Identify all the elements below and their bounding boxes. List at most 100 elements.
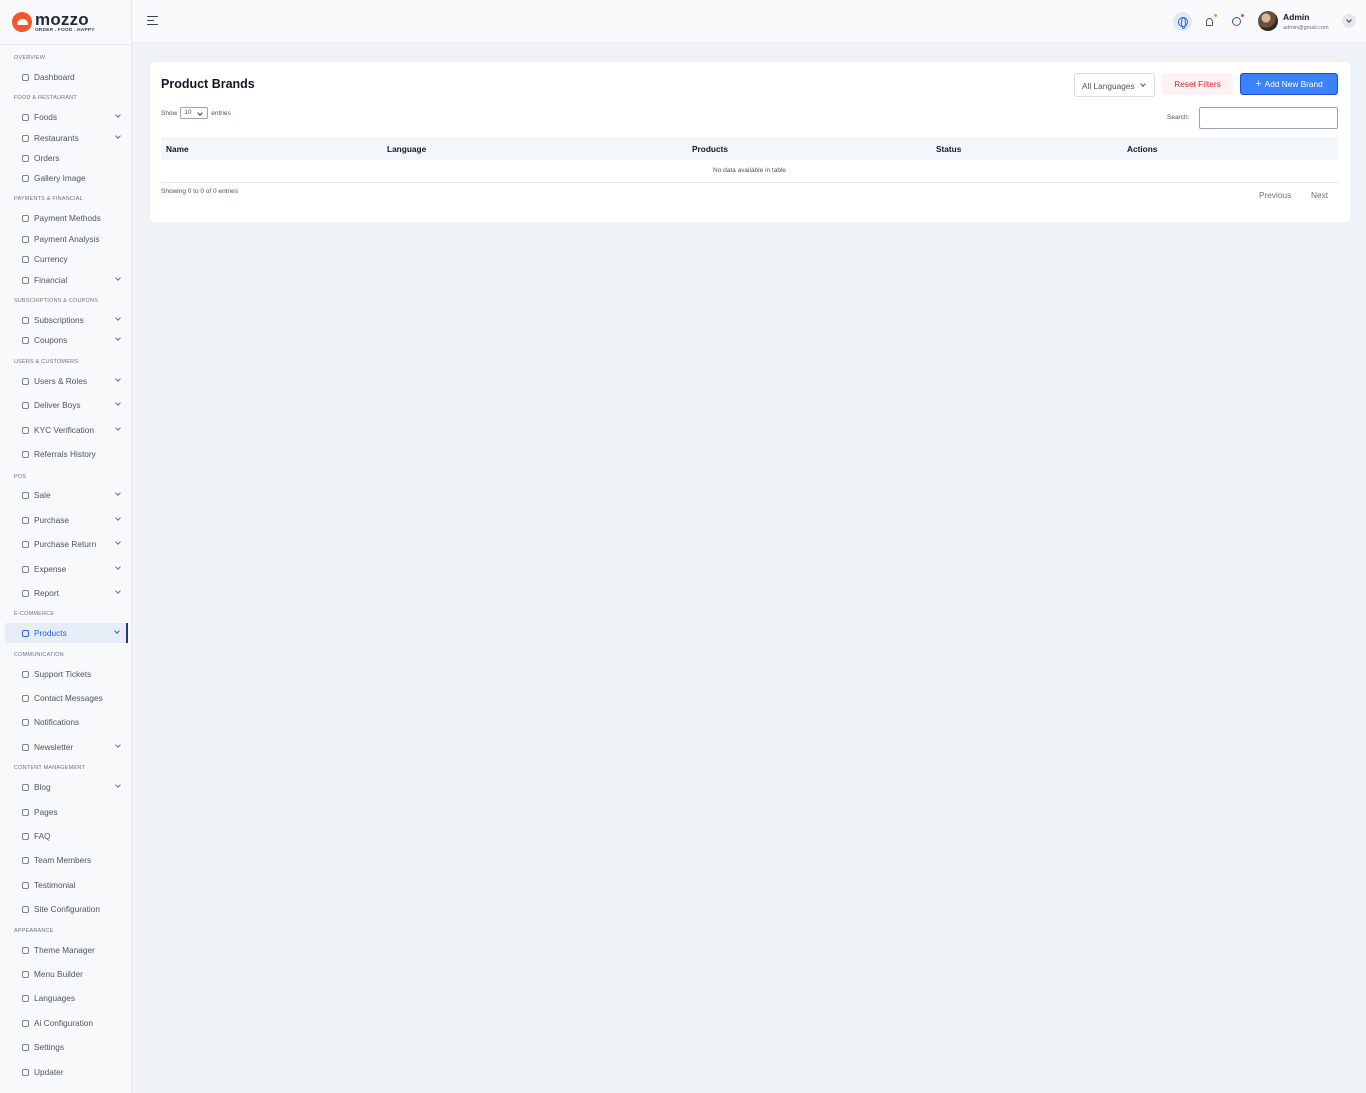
sidebar-item-newsletter[interactable]: Newsletter: [14, 737, 126, 757]
column-header-products[interactable]: Products: [692, 144, 728, 154]
next-page-button[interactable]: Next: [1311, 190, 1328, 200]
chevron-down-icon: [115, 112, 121, 118]
financial-icon: [22, 276, 29, 284]
sidebar-item-contact-messages[interactable]: Contact Messages: [14, 688, 126, 708]
card-icon: [22, 214, 29, 222]
sidebar-item-subscriptions[interactable]: Subscriptions: [14, 310, 126, 330]
sidebar-item-foods[interactable]: Foods: [14, 107, 126, 127]
nav-section-label: APPEARANCE: [14, 928, 54, 934]
sidebar-item-label: Blog: [34, 782, 51, 792]
brand-logo[interactable]: mozzo ORDER . FOOD . HAPPY: [0, 0, 131, 45]
chevron-down-icon: [115, 539, 121, 545]
gear-icon: [22, 1043, 29, 1051]
sidebar-item-restaurants[interactable]: Restaurants: [14, 128, 126, 148]
search-input[interactable]: [1199, 107, 1338, 129]
sidebar-item-label: Sale: [34, 490, 51, 500]
sidebar-item-referrals-history[interactable]: Referrals History: [14, 444, 126, 464]
sidebar-item-notifications[interactable]: Notifications: [14, 712, 126, 732]
theme-icon: [22, 946, 29, 954]
sidebar-item-report[interactable]: Report: [14, 583, 126, 603]
chevron-down-icon: [115, 275, 121, 281]
previous-page-button[interactable]: Previous: [1259, 190, 1291, 200]
column-header-name[interactable]: Name: [166, 144, 189, 154]
avatar[interactable]: [1258, 11, 1278, 31]
sidebar-item-label: Expense: [34, 564, 67, 574]
ticket-icon: [22, 670, 29, 678]
sidebar-item-label: Report: [34, 588, 59, 598]
sidebar-item-kyc-verification[interactable]: KYC Verification: [14, 420, 126, 440]
sidebar-item-payment-methods[interactable]: Payment Methods: [14, 208, 126, 228]
analysis-icon: [22, 235, 29, 243]
sidebar-item-blog[interactable]: Blog: [14, 777, 126, 797]
sidebar-item-pages[interactable]: Pages: [14, 802, 126, 822]
home-icon: [22, 73, 29, 81]
sidebar-item-label: Notifications: [34, 717, 80, 727]
user-menu-chevron-icon[interactable]: [1342, 14, 1356, 28]
sidebar-item-team-members[interactable]: Team Members: [14, 850, 126, 870]
sidebar-item-languages[interactable]: Languages: [14, 988, 126, 1008]
sidebar-item-support-tickets[interactable]: Support Tickets: [14, 664, 126, 684]
sidebar-item-label: Purchase Return: [34, 539, 97, 549]
referral-icon: [22, 450, 29, 458]
nav-section-label: FOOD & RESTAURANT: [14, 95, 77, 101]
sidebar-item-label: Orders: [34, 153, 60, 163]
sidebar-item-updater[interactable]: Updater: [14, 1062, 126, 1082]
bell-icon[interactable]: [1200, 12, 1219, 31]
team-icon: [22, 856, 29, 864]
brand-tagline: ORDER . FOOD . HAPPY: [35, 27, 95, 33]
plus-icon: +: [1255, 77, 1262, 90]
sidebar-item-site-configuration[interactable]: Site Configuration: [14, 899, 126, 919]
sidebar-item-purchase-return[interactable]: Purchase Return: [14, 534, 126, 554]
language-filter-select[interactable]: All Languages: [1074, 73, 1155, 97]
chevron-down-icon: [115, 490, 121, 496]
restaurant-icon: [22, 134, 29, 142]
reset-filters-button[interactable]: Reset Filters: [1162, 73, 1233, 95]
sidebar-item-deliver-boys[interactable]: Deliver Boys: [14, 395, 126, 415]
add-new-brand-button[interactable]: + Add New Brand: [1240, 73, 1338, 95]
chevron-down-icon: [115, 400, 121, 406]
sidebar-item-testimonial[interactable]: Testimonial: [14, 875, 126, 895]
sidebar-item-label: Dashboard: [34, 72, 75, 82]
sidebar-item-products[interactable]: Products: [5, 623, 128, 643]
users-icon: [22, 377, 29, 385]
sidebar-item-users-roles[interactable]: Users & Roles: [14, 371, 126, 391]
chat-icon[interactable]: [1227, 12, 1246, 31]
sidebar-item-label: Updater: [34, 1067, 64, 1077]
sidebar-item-financial[interactable]: Financial: [14, 270, 126, 290]
globe-icon[interactable]: [1173, 12, 1192, 31]
menu-toggle-icon[interactable]: [147, 16, 158, 26]
table-header: Name Language Products Status Actions: [161, 137, 1338, 160]
chevron-down-icon: [115, 133, 121, 139]
nav-section-label: USERS & CUSTOMERS: [14, 359, 79, 365]
sidebar-item-payment-analysis[interactable]: Payment Analysis: [14, 229, 126, 249]
nav-section-label: COMMUNICATION: [14, 652, 64, 658]
chevron-down-icon: [115, 515, 121, 521]
delivery-icon: [22, 401, 29, 409]
sidebar-item-faq[interactable]: FAQ: [14, 826, 126, 846]
config-icon: [22, 905, 29, 913]
products-icon: [22, 629, 29, 637]
sidebar-item-theme-manager[interactable]: Theme Manager: [14, 940, 126, 960]
column-header-actions[interactable]: Actions: [1127, 144, 1157, 154]
sidebar-item-menu-builder[interactable]: Menu Builder: [14, 964, 126, 984]
sidebar-item-dashboard[interactable]: Dashboard: [14, 67, 126, 87]
logo-icon: [12, 12, 32, 32]
sidebar-item-sale[interactable]: Sale: [14, 485, 126, 505]
sidebar-item-gallery-image[interactable]: Gallery Image: [14, 168, 126, 188]
sidebar-item-expense[interactable]: Expense: [14, 559, 126, 579]
table-info: Showing 0 to 0 of 0 entries: [161, 188, 238, 195]
page-length-select[interactable]: 10: [180, 107, 209, 119]
column-header-status[interactable]: Status: [936, 144, 961, 154]
sidebar-item-currency[interactable]: Currency: [14, 249, 126, 269]
sidebar-item-coupons[interactable]: Coupons: [14, 330, 126, 350]
sidebar-item-settings[interactable]: Settings: [14, 1037, 126, 1057]
chevron-down-icon: [115, 564, 121, 570]
sidebar-item-label: Products: [34, 628, 67, 638]
faq-icon: [22, 832, 29, 840]
sidebar-item-ai-configuration[interactable]: Ai Configuration: [14, 1013, 126, 1033]
sidebar-item-orders[interactable]: Orders: [14, 148, 126, 168]
column-header-language[interactable]: Language: [387, 144, 426, 154]
purchase-icon: [22, 516, 29, 524]
chevron-down-icon: [115, 376, 121, 382]
sidebar-item-purchase[interactable]: Purchase: [14, 510, 126, 530]
